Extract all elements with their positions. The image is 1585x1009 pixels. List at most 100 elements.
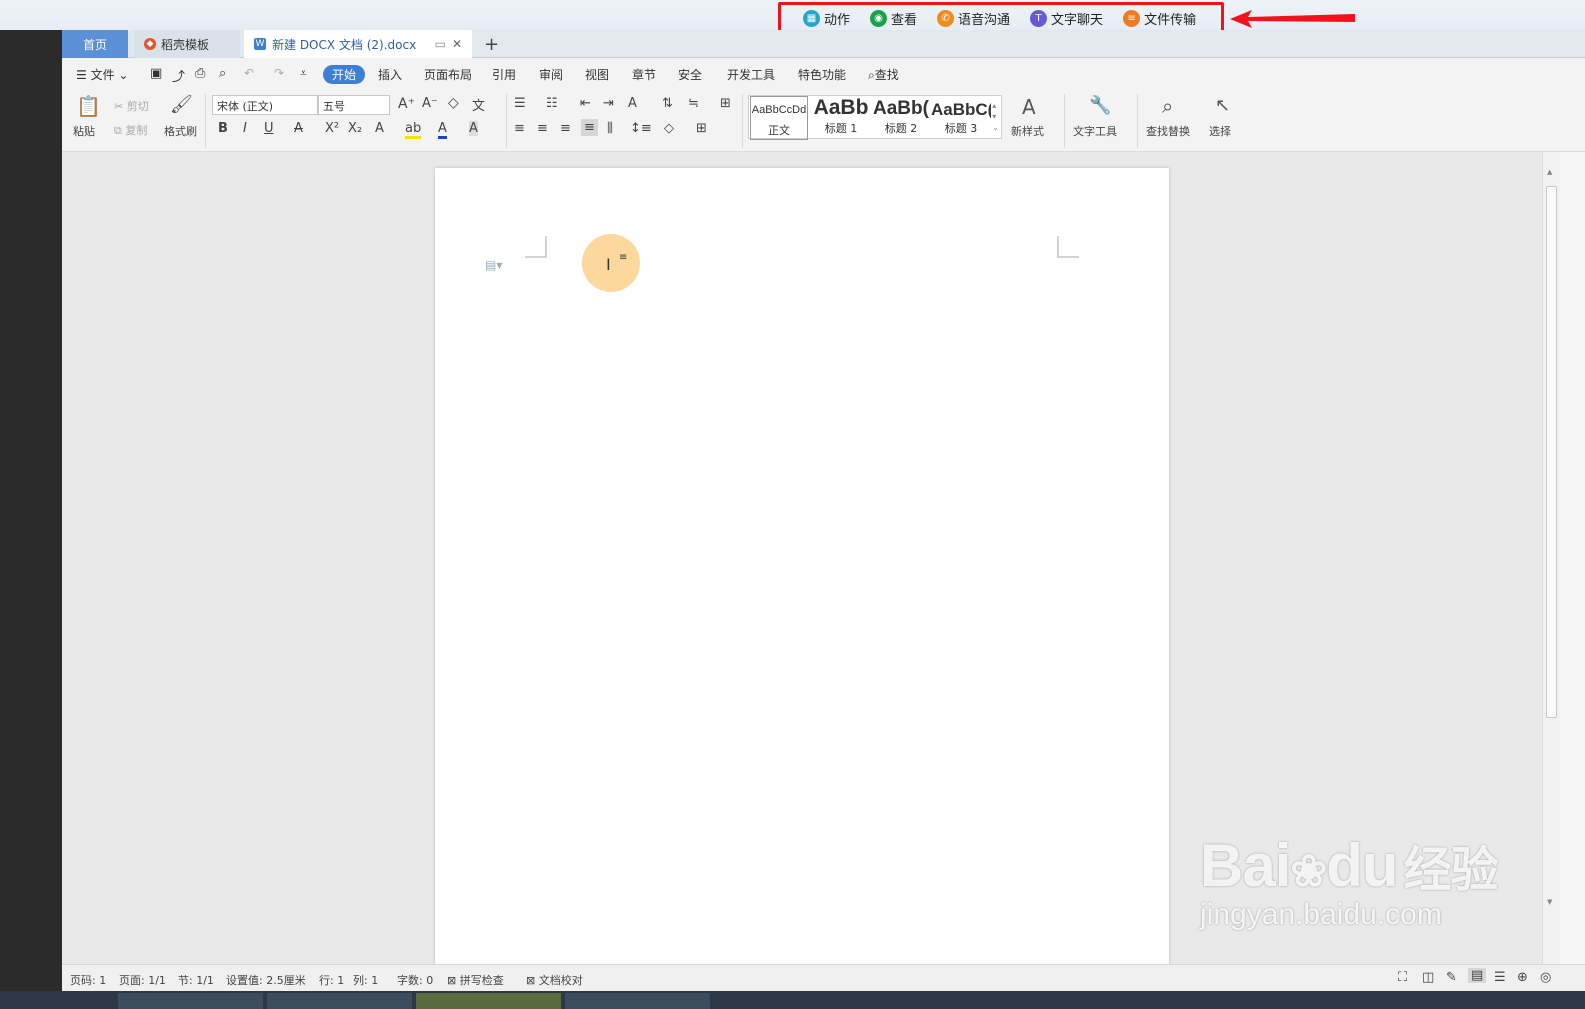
pin-icon[interactable]: ▭ bbox=[435, 37, 446, 51]
font-color-icon[interactable]: A bbox=[438, 121, 447, 139]
fullscreen-icon[interactable]: ⛶ bbox=[1398, 970, 1407, 985]
vertical-scrollbar[interactable]: ▲ ▼ bbox=[1542, 152, 1560, 964]
close-icon[interactable]: ✕ bbox=[452, 37, 462, 51]
style-normal[interactable]: AaBbCcDd 正文 bbox=[750, 96, 808, 140]
undo-icon[interactable]: ↶ bbox=[244, 66, 254, 80]
grow-font-icon[interactable]: A⁺ bbox=[398, 96, 415, 112]
gallery-scroll-icon[interactable]: ▴ ▾ ⌄ bbox=[992, 100, 999, 133]
align-right-icon[interactable]: ≡ bbox=[560, 121, 571, 136]
taskbar-item[interactable] bbox=[416, 993, 561, 1009]
new-tab-button[interactable]: + bbox=[474, 30, 509, 58]
chinese-layout-icon[interactable]: A bbox=[628, 96, 637, 111]
underline-button[interactable]: U bbox=[264, 121, 274, 136]
new-style-icon[interactable]: A bbox=[1022, 95, 1036, 119]
shrink-font-icon[interactable]: A⁻ bbox=[422, 96, 438, 111]
scroll-up-icon[interactable]: ▲ bbox=[1547, 168, 1552, 176]
phonetic-icon[interactable]: 文 bbox=[472, 95, 485, 114]
menu-file[interactable]: ☰ 文件 ⌄ bbox=[76, 66, 128, 83]
border-icon[interactable]: ⊞ bbox=[696, 121, 707, 136]
superscript-icon[interactable]: X² bbox=[325, 121, 339, 136]
write-mode-icon[interactable]: ✎ bbox=[1446, 970, 1457, 985]
document-page[interactable]: ▤▾ bbox=[435, 168, 1169, 968]
menu-page-layout[interactable]: 页面布局 bbox=[424, 66, 472, 83]
file-transfer-button[interactable]: ≡ 文件传输 bbox=[1123, 9, 1196, 28]
menu-insert[interactable]: 插入 bbox=[378, 66, 402, 83]
find-replace-icon[interactable]: ⌕ bbox=[1162, 94, 1173, 118]
subscript-icon[interactable]: X₂ bbox=[348, 121, 362, 136]
font-size-select[interactable]: 五号 bbox=[318, 95, 390, 115]
export-icon[interactable]: ⤴ bbox=[172, 66, 185, 85]
outline-view-icon[interactable]: ☰ bbox=[1494, 970, 1506, 985]
taskbar-item[interactable] bbox=[565, 993, 710, 1009]
menu-special[interactable]: 特色功能 bbox=[798, 66, 846, 83]
numbering-icon[interactable]: ☷ bbox=[546, 96, 558, 111]
text-effect-icon[interactable]: A bbox=[375, 121, 384, 136]
format-painter-icon[interactable]: 🖌 bbox=[170, 94, 193, 115]
taskbar-item[interactable] bbox=[118, 993, 263, 1009]
distribute-icon[interactable]: ⫼ bbox=[607, 121, 613, 136]
copy-button[interactable]: ⧉ 复制 bbox=[114, 122, 147, 138]
bullets-icon[interactable]: ☰ bbox=[514, 96, 526, 111]
paragraph-doc-icon[interactable]: ▤▾ bbox=[485, 258, 502, 272]
new-style-label[interactable]: 新样式 bbox=[1011, 123, 1044, 139]
style-heading-2[interactable]: AaBb( 标题 2 bbox=[871, 96, 931, 140]
taskbar-item[interactable] bbox=[267, 993, 412, 1009]
bold-button[interactable]: B bbox=[218, 121, 228, 136]
wrench-icon[interactable]: 🔧 bbox=[1089, 95, 1111, 116]
decrease-indent-icon[interactable]: ⇤ bbox=[580, 96, 591, 111]
menu-developer[interactable]: 开发工具 bbox=[727, 66, 775, 83]
strikethrough-icon[interactable]: A bbox=[294, 121, 303, 136]
font-name-select[interactable]: 宋体 (正文) bbox=[212, 95, 318, 115]
sort-icon[interactable]: ⇅ bbox=[662, 96, 673, 111]
italic-button[interactable]: I bbox=[243, 121, 247, 136]
menu-references[interactable]: 引用 bbox=[492, 66, 516, 83]
menu-review[interactable]: 审阅 bbox=[539, 66, 563, 83]
show-marks-icon[interactable]: ≒ bbox=[688, 96, 699, 111]
save-icon[interactable]: ▣ bbox=[150, 66, 162, 81]
paste-label[interactable]: 粘贴 bbox=[73, 123, 95, 139]
tab-home[interactable]: 首页 bbox=[62, 30, 128, 58]
tab-document[interactable]: W 新建 DOCX 文档 (2).docx ▭ ✕ bbox=[244, 30, 472, 58]
shading-icon[interactable]: ◇ bbox=[664, 121, 674, 136]
format-painter-label[interactable]: 格式刷 bbox=[164, 123, 197, 139]
web-view-icon[interactable]: ⊕ bbox=[1517, 970, 1528, 985]
scroll-thumb[interactable] bbox=[1546, 186, 1557, 718]
menu-view[interactable]: 视图 bbox=[585, 66, 609, 83]
style-heading-3[interactable]: AaBbC( 标题 3 bbox=[931, 96, 991, 140]
align-left-icon[interactable]: ≡ bbox=[514, 121, 525, 136]
view-button[interactable]: ◉ 查看 bbox=[870, 9, 917, 28]
find-replace-label[interactable]: 查找替换 bbox=[1146, 123, 1190, 139]
paste-icon[interactable]: 📋 bbox=[76, 94, 101, 118]
action-button[interactable]: ▦ 动作 bbox=[803, 9, 850, 28]
chat-button[interactable]: T 文字聊天 bbox=[1030, 9, 1103, 28]
clear-format-icon[interactable]: ◇ bbox=[448, 95, 459, 111]
scroll-down-icon[interactable]: ▼ bbox=[1547, 898, 1552, 906]
char-shading-icon[interactable]: A bbox=[469, 121, 478, 136]
line-spacing-icon[interactable]: ↕≡ bbox=[630, 121, 652, 136]
menu-security[interactable]: 安全 bbox=[678, 66, 702, 83]
style-heading-1[interactable]: AaBb 标题 1 bbox=[811, 96, 871, 140]
preview-icon[interactable]: ⌕ bbox=[219, 66, 226, 81]
spell-check-button[interactable]: ⊠ 拼写检查 bbox=[447, 972, 504, 988]
table-icon[interactable]: ⊞ bbox=[720, 96, 731, 111]
increase-indent-icon[interactable]: ⇥ bbox=[603, 96, 614, 111]
select-label[interactable]: 选择 bbox=[1209, 123, 1231, 139]
justify-icon[interactable]: ≡ bbox=[581, 119, 598, 136]
redo-icon[interactable]: ↷ bbox=[274, 66, 284, 80]
page-view-icon[interactable]: ▤ bbox=[1468, 968, 1487, 983]
customize-icon[interactable]: ⩡ bbox=[300, 66, 307, 81]
print-icon[interactable]: ⎙ bbox=[195, 66, 205, 81]
search-button[interactable]: ⌕查找 bbox=[868, 66, 899, 83]
tab-template[interactable]: ◆ 稻壳模板 bbox=[134, 30, 240, 58]
cut-button[interactable]: ✂ 剪切 bbox=[114, 98, 149, 114]
menu-start[interactable]: 开始 bbox=[323, 65, 366, 84]
doc-proof-button[interactable]: ⊠ 文档校对 bbox=[526, 972, 583, 988]
highlight-icon[interactable]: ab bbox=[405, 121, 422, 139]
select-cursor-icon[interactable]: ↖ bbox=[1215, 95, 1230, 116]
text-tools-label[interactable]: 文字工具 bbox=[1073, 123, 1117, 139]
reading-mode-icon[interactable]: ◫ bbox=[1422, 970, 1434, 985]
voice-button[interactable]: ✆ 语音沟通 bbox=[937, 9, 1010, 28]
align-center-icon[interactable]: ≡ bbox=[537, 121, 548, 136]
menu-chapter[interactable]: 章节 bbox=[632, 66, 656, 83]
eye-protect-icon[interactable]: ◎ bbox=[1540, 970, 1551, 985]
